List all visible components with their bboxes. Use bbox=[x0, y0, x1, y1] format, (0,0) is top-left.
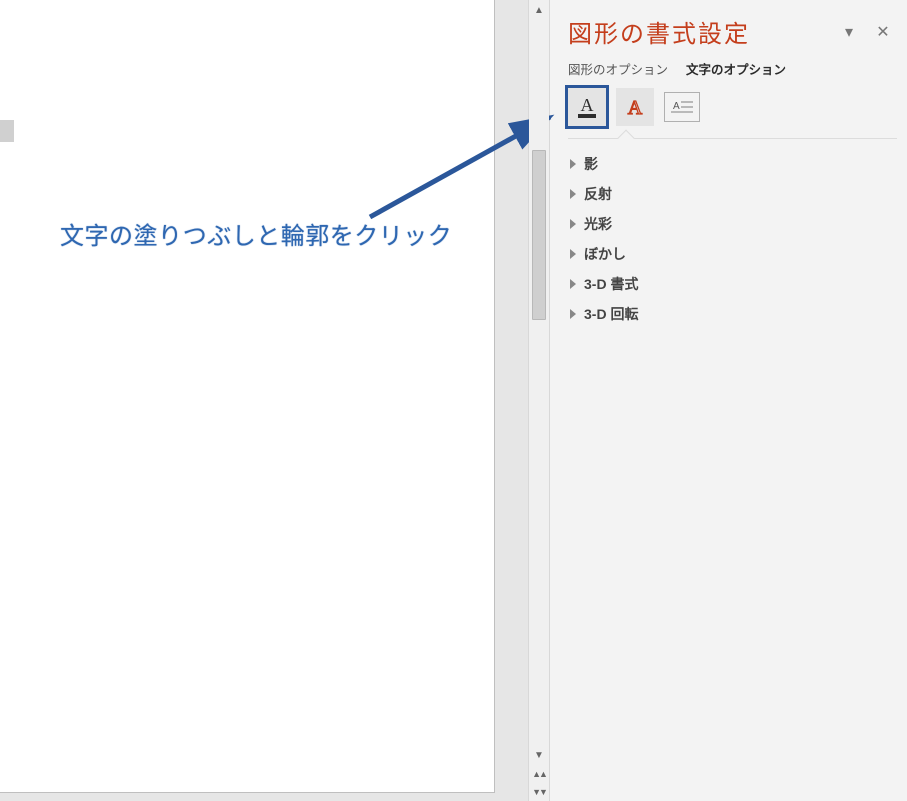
text-effects-icon: A bbox=[622, 94, 648, 120]
effect-section-label: 光彩 bbox=[584, 214, 612, 234]
page-up-button[interactable]: ▲▲ bbox=[529, 765, 549, 783]
expand-triangle-icon bbox=[570, 309, 576, 319]
panel-options-dropdown[interactable]: ▾ bbox=[835, 18, 863, 46]
annotation-callout-text: 文字の塗りつぶしと輪郭をクリック bbox=[60, 216, 452, 251]
expand-triangle-icon bbox=[570, 159, 576, 169]
text-fill-outline-button[interactable]: A bbox=[568, 88, 606, 126]
panel-title: 図形の書式設定 bbox=[568, 14, 750, 49]
effect-section-row[interactable]: ぼかし bbox=[568, 239, 897, 269]
effect-section-row[interactable]: 3-D 回転 bbox=[568, 299, 897, 329]
scroll-up-button[interactable]: ▲ bbox=[529, 0, 549, 20]
text-effects-button[interactable]: A bbox=[616, 88, 654, 126]
expand-triangle-icon bbox=[570, 219, 576, 229]
expand-triangle-icon bbox=[570, 249, 576, 259]
effect-section-row[interactable]: 反射 bbox=[568, 179, 897, 209]
tab-shape-options[interactable]: 図形のオプション bbox=[568, 59, 668, 78]
expand-triangle-icon bbox=[570, 279, 576, 289]
selection-handle bbox=[0, 120, 14, 142]
textbox-button[interactable]: A bbox=[664, 92, 700, 122]
vertical-scrollbar[interactable]: ▲ ▼ ▲▲ ▼▼ bbox=[528, 0, 550, 801]
text-fill-outline-icon: A bbox=[574, 94, 600, 120]
document-canvas-area: 文字の塗りつぶしと輪郭をクリック bbox=[0, 0, 528, 801]
document-page[interactable] bbox=[0, 0, 495, 793]
effect-properties-list: 影反射光彩ぼかし 3-D 書式 3-D 回転 bbox=[568, 147, 897, 329]
effect-section-label: 3-D 回転 bbox=[584, 304, 638, 324]
scroll-down-button[interactable]: ▼ bbox=[529, 745, 549, 765]
svg-text:A: A bbox=[581, 95, 594, 115]
effect-section-row[interactable]: 3-D 書式 bbox=[568, 269, 897, 299]
svg-text:A: A bbox=[673, 101, 680, 112]
effect-section-label: 3-D 書式 bbox=[584, 274, 638, 294]
effect-section-row[interactable]: 光彩 bbox=[568, 209, 897, 239]
effect-section-label: 反射 bbox=[584, 184, 612, 204]
format-shape-panel: 図形の書式設定 ▾ ✕ 図形のオプション 文字のオプション A A bbox=[550, 0, 907, 801]
expand-triangle-icon bbox=[570, 189, 576, 199]
scroll-thumb[interactable] bbox=[532, 150, 546, 320]
panel-divider bbox=[568, 138, 897, 139]
page-down-button[interactable]: ▼▼ bbox=[529, 783, 549, 801]
tab-text-options[interactable]: 文字のオプション bbox=[686, 59, 786, 78]
effect-section-label: 影 bbox=[584, 154, 598, 174]
effect-section-row[interactable]: 影 bbox=[568, 149, 897, 179]
panel-close-button[interactable]: ✕ bbox=[869, 18, 897, 46]
scroll-track[interactable] bbox=[529, 20, 549, 745]
effect-section-label: ぼかし bbox=[584, 244, 626, 264]
textbox-icon: A bbox=[667, 96, 697, 118]
svg-text:A: A bbox=[628, 97, 643, 119]
